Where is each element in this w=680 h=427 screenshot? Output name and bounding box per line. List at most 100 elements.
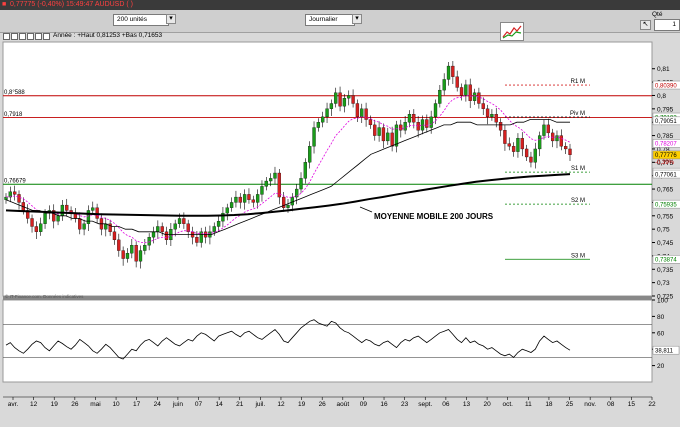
- candle: [225, 207, 229, 214]
- candle: [156, 226, 160, 232]
- candle: [507, 143, 511, 147]
- candle: [494, 114, 498, 123]
- candle: [312, 127, 316, 147]
- candle: [498, 122, 503, 131]
- candle: [151, 231, 156, 238]
- candle: [485, 108, 490, 118]
- candle: [182, 218, 186, 224]
- cursor-icon[interactable]: ↖: [640, 20, 651, 30]
- candle: [455, 76, 459, 88]
- x-tick-label: 19: [51, 401, 59, 408]
- rsi-tick-label: 100: [657, 298, 668, 305]
- candle: [117, 239, 121, 251]
- rsi-value-label: 38,811: [655, 348, 674, 354]
- x-tick-label: août: [336, 401, 349, 408]
- value-label: 0,79051: [655, 119, 677, 125]
- candle: [529, 156, 533, 163]
- x-tick-label: 12: [277, 401, 285, 408]
- candle: [17, 194, 21, 203]
- x-tick-label: 07: [195, 401, 203, 408]
- y-tick-label: 0,755: [657, 213, 674, 220]
- candle: [316, 122, 321, 128]
- x-tick-label: 26: [319, 401, 327, 408]
- x-tick-label: 22: [648, 401, 656, 408]
- x-tick-label: 21: [236, 401, 244, 408]
- draw-icon[interactable]: [19, 33, 26, 40]
- candle: [247, 194, 251, 200]
- y-tick-label: 0,795: [657, 106, 674, 113]
- x-tick-label: 13: [463, 401, 471, 408]
- symbol-readout: 0,77775 (-0,40%) 15:49:47 AUDUSD ( ): [10, 1, 133, 8]
- candle: [459, 87, 464, 96]
- indicator-icon[interactable]: [11, 33, 18, 40]
- x-tick-label: oct.: [502, 401, 513, 408]
- candle: [238, 196, 242, 203]
- qty-label: Qté: [652, 11, 663, 18]
- candle: [516, 138, 520, 152]
- candle: [221, 212, 225, 222]
- zoom-icon[interactable]: [27, 33, 34, 40]
- candle: [299, 178, 303, 190]
- price-chart: © IT-Finance.com. Données indicatives 0,8…: [2, 41, 680, 408]
- x-tick-label: 08: [607, 401, 615, 408]
- candle: [373, 124, 377, 136]
- qty-input[interactable]: 1: [654, 19, 680, 31]
- candle: [520, 138, 524, 150]
- candle: [390, 132, 394, 147]
- reference-line-label: 0,8°588: [4, 90, 25, 96]
- candle: [355, 103, 360, 118]
- candle: [78, 218, 82, 230]
- x-tick-label: juil.: [254, 401, 265, 408]
- reference-line-label: 0,76679: [4, 179, 26, 185]
- toolbar: 200 unités ▾ Journalier ▾ Qté ↖ 1: [0, 10, 680, 41]
- candle: [394, 124, 399, 147]
- x-tick-label: juin: [172, 401, 184, 408]
- candle: [216, 220, 221, 227]
- rsi-panel: [2, 299, 653, 383]
- copyright-text: © IT-Finance.com. Données indicatives: [5, 293, 84, 299]
- annotation-text: MOYENNE MOBILE 200 JOURS: [374, 212, 494, 221]
- pivot-level-label: Piv M: [570, 111, 585, 117]
- settings-icon[interactable]: [3, 33, 10, 40]
- candle: [446, 65, 451, 80]
- y-tick-label: 0,75: [657, 227, 670, 234]
- period-select[interactable]: Journalier: [305, 14, 355, 26]
- candle: [277, 172, 281, 198]
- pivot-level-label: S2 M: [571, 198, 585, 204]
- x-tick-label: 09: [360, 401, 368, 408]
- candle: [39, 223, 43, 232]
- grid-icon[interactable]: [35, 33, 42, 40]
- candle: [242, 194, 247, 203]
- candle: [121, 250, 125, 259]
- pivot-level-label: S3 M: [571, 253, 585, 259]
- value-label: -0,39%: [655, 160, 675, 166]
- print-icon[interactable]: [43, 33, 50, 40]
- candle: [260, 186, 264, 195]
- y-tick-label: 0,745: [657, 240, 674, 247]
- ohlc-legend: Année : +Haut 0,81253 +Bas 0,71653: [53, 32, 163, 39]
- candle: [160, 226, 164, 232]
- period-dropdown-icon[interactable]: ▾: [352, 14, 362, 24]
- candle: [60, 204, 65, 216]
- candle: [425, 119, 429, 128]
- candle: [442, 79, 446, 91]
- candle: [329, 103, 334, 109]
- candle: [4, 196, 8, 200]
- units-dropdown-icon[interactable]: ▾: [166, 14, 176, 24]
- x-tick-label: 10: [112, 401, 120, 408]
- candle: [381, 127, 386, 142]
- candle: [13, 191, 17, 195]
- candle: [56, 215, 60, 222]
- rsi-header-bar: [3, 296, 652, 300]
- units-select[interactable]: 200 unités: [113, 14, 169, 26]
- candle: [542, 124, 546, 136]
- y-tick-label: 0,765: [657, 187, 674, 194]
- reference-line-label: 0,7918: [4, 112, 23, 118]
- candle: [173, 223, 177, 230]
- x-tick-label: 26: [71, 401, 79, 408]
- candle: [468, 84, 472, 101]
- candle: [546, 124, 550, 134]
- pivot-level-label: S1 M: [571, 166, 585, 172]
- candle: [30, 218, 34, 227]
- candle: [511, 146, 516, 152]
